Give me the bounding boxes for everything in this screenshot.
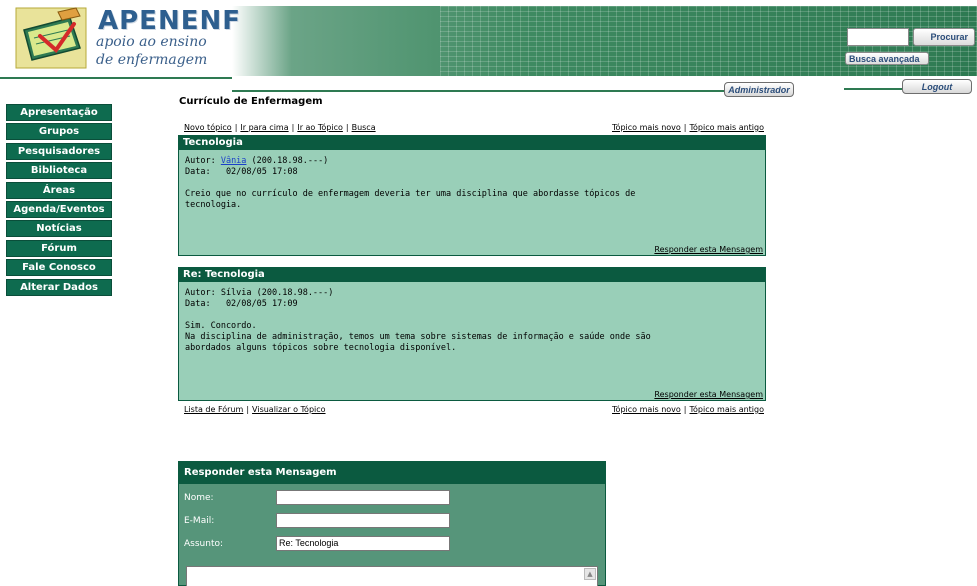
forum-post: Tecnologia Autor: Vânia (200.18.98.---) …	[178, 135, 766, 256]
separator: |	[683, 123, 687, 132]
header-divider	[232, 90, 724, 92]
message-textarea[interactable]: ▲	[186, 566, 598, 586]
nav-item-apresentacao[interactable]: Apresentação	[6, 104, 112, 121]
go-up-link[interactable]: Ir para cima	[240, 123, 288, 132]
brand-name: APENENF	[98, 6, 241, 36]
nav-item-agenda-eventos[interactable]: Agenda/Eventos	[6, 200, 112, 218]
scroll-up-icon[interactable]: ▲	[584, 568, 596, 580]
subject-label: Assunto:	[184, 539, 224, 549]
nav-item-areas[interactable]: Áreas	[6, 181, 112, 199]
reply-link[interactable]: Responder esta Mensagem	[654, 390, 763, 399]
author-prefix: Autor:	[185, 156, 221, 166]
nav-item-fale-conosco[interactable]: Fale Conosco	[6, 259, 112, 277]
reply-form: Responder esta Mensagem Nome: E-Mail: As…	[178, 461, 606, 586]
separator: |	[345, 123, 349, 132]
brand-subtitle: de enfermagem	[96, 52, 208, 68]
logo-icon[interactable]	[10, 4, 90, 72]
post-date: Data: 02/08/05 17:09	[185, 299, 298, 309]
sidebar-nav: Apresentação Grupos Pesquisadores Biblio…	[6, 104, 112, 298]
nav-item-noticias[interactable]: Notícias	[6, 220, 112, 238]
topic-nav-links: Novo tópico | Ir para cima | Ir ao Tópico | Bu…	[184, 123, 764, 132]
author-link[interactable]: Vânia	[221, 156, 247, 166]
header-divider	[844, 88, 902, 90]
view-topic-link[interactable]: Visualizar o Tópico	[252, 405, 326, 414]
admin-button[interactable]: Administrador	[724, 82, 794, 97]
subject-field[interactable]: Re: Tecnologia	[276, 536, 450, 551]
reply-link[interactable]: Responder esta Mensagem	[654, 245, 763, 254]
post-title: Tecnologia	[179, 136, 765, 150]
forum-list-link[interactable]: Lista de Fórum	[184, 405, 243, 414]
forum-post: Re: Tecnologia Autor: Sílvia (200.18.98.…	[178, 267, 766, 401]
nav-item-biblioteca[interactable]: Biblioteca	[6, 162, 112, 180]
post-text: Sim. Concordo. Na disciplina de administ…	[185, 321, 651, 353]
nav-item-pesquisadores[interactable]: Pesquisadores	[6, 142, 112, 160]
search-input[interactable]	[847, 28, 909, 46]
post-date: Data: 02/08/05 17:08	[185, 167, 298, 177]
topic-bottom-links: Lista de Fórum | Visualizar o Tópico Tópic…	[184, 405, 764, 414]
name-field[interactable]	[276, 490, 450, 505]
separator: |	[246, 405, 250, 414]
older-topic-link[interactable]: Tópico mais antigo	[690, 123, 765, 132]
email-label: E-Mail:	[184, 516, 215, 526]
author-line: Autor: Sílvia (200.18.98.---)	[185, 288, 334, 298]
post-title: Re: Tecnologia	[179, 268, 765, 282]
older-topic-link[interactable]: Tópico mais antigo	[690, 405, 765, 414]
post-text: Creio que no currículo de enfermagem dev…	[185, 189, 636, 210]
header-rule	[0, 77, 232, 79]
brand-subtitle: apoio ao ensino	[96, 34, 207, 50]
page-title: Currículo de Enfermagem	[179, 96, 323, 107]
go-topic-link[interactable]: Ir ao Tópico	[297, 123, 343, 132]
newer-topic-link[interactable]: Tópico mais novo	[612, 405, 681, 414]
new-topic-link[interactable]: Novo tópico	[184, 123, 232, 132]
post-body: Autor: Sílvia (200.18.98.---) Data: 02/0…	[179, 282, 765, 354]
search-link[interactable]: Busca	[352, 123, 376, 132]
separator: |	[683, 405, 687, 414]
search-button[interactable]: Procurar	[913, 28, 975, 46]
advanced-search-button[interactable]: Busca avançada	[845, 52, 929, 65]
logout-button[interactable]: Logout	[902, 79, 972, 94]
header: APENENF apoio ao ensino de enfermagem Pr…	[0, 0, 977, 79]
newer-topic-link[interactable]: Tópico mais novo	[612, 123, 681, 132]
post-body: Autor: Vânia (200.18.98.---) Data: 02/08…	[179, 150, 765, 211]
nav-item-grupos[interactable]: Grupos	[6, 123, 112, 141]
author-ip: (200.18.98.---)	[246, 156, 329, 166]
name-label: Nome:	[184, 493, 214, 503]
nav-item-alterar-dados[interactable]: Alterar Dados	[6, 278, 112, 296]
reply-form-title: Responder esta Mensagem	[179, 462, 605, 484]
email-field[interactable]	[276, 513, 450, 528]
nav-item-forum[interactable]: Fórum	[6, 239, 112, 257]
